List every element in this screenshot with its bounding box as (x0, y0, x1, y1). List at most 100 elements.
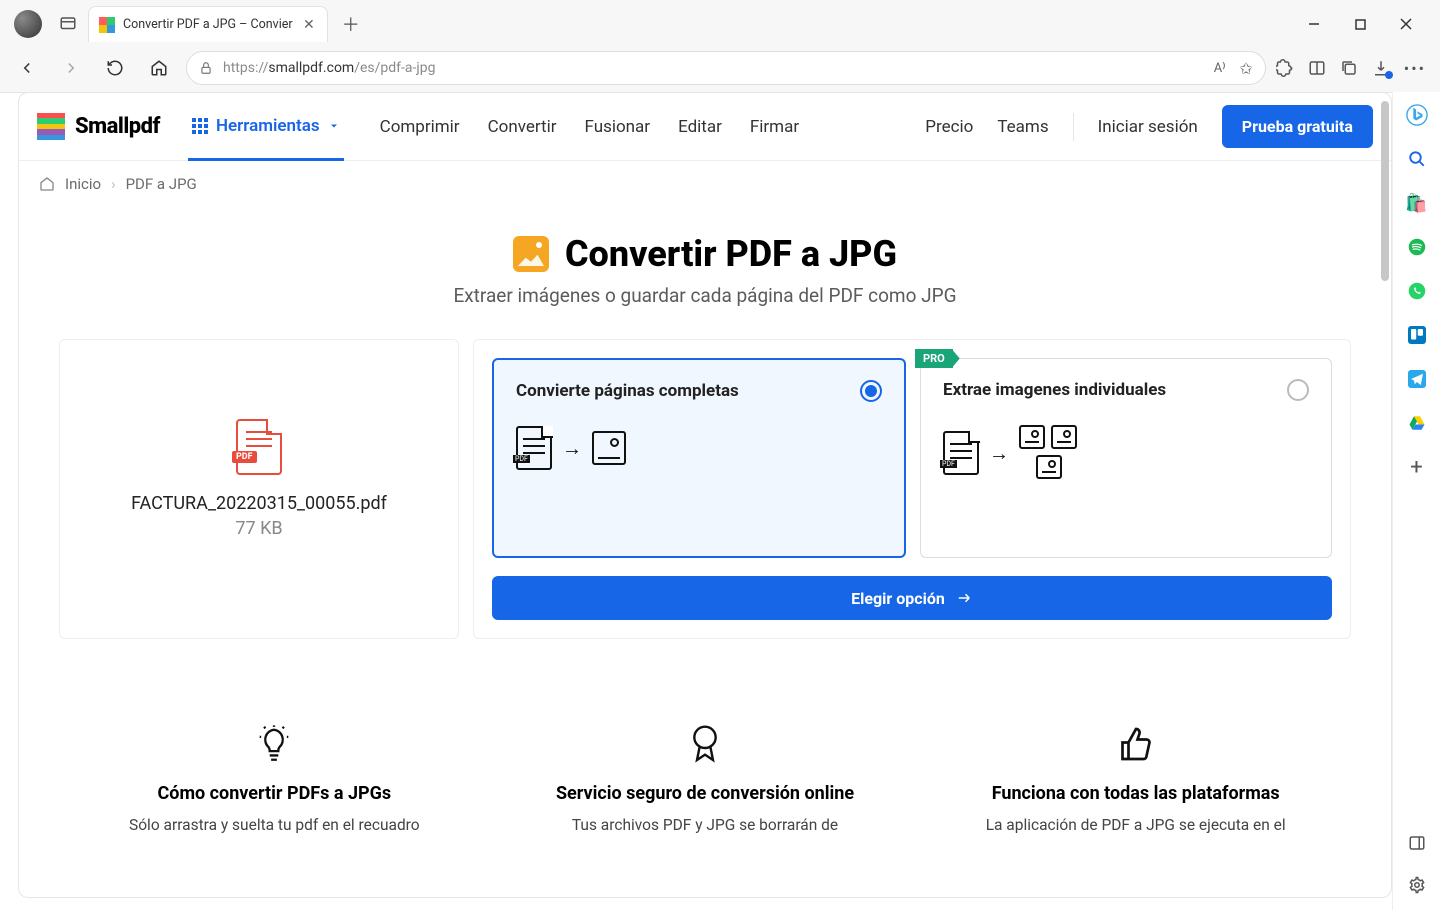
divider (1073, 113, 1074, 141)
arrow-right-icon: → (562, 436, 582, 461)
search-sidebar-icon[interactable] (1406, 148, 1428, 170)
settings-sidebar-icon[interactable] (1406, 874, 1428, 896)
telegram-icon[interactable] (1406, 368, 1428, 390)
nav-compress[interactable]: Comprimir (380, 117, 460, 137)
edge-sidebar: 🛍️ + (1392, 92, 1440, 910)
maximize-button[interactable] (1342, 9, 1378, 39)
radio-extract-images[interactable] (1287, 379, 1309, 401)
option-extract-images[interactable]: PRO Extrae imagenes individuales PDF → (920, 358, 1332, 558)
option-convert-pages[interactable]: Convierte páginas completas PDF → (492, 358, 906, 558)
nav-merge[interactable]: Fusionar (584, 117, 650, 137)
logo-icon (37, 113, 65, 141)
nav-teams[interactable]: Teams (997, 117, 1048, 137)
file-name: FACTURA_20220315_00055.pdf (131, 493, 387, 514)
page-subtitle: Extraer imágenes o guardar cada página d… (39, 284, 1371, 307)
page-title: Convertir PDF a JPG (565, 233, 897, 275)
new-tab-button[interactable]: ＋ (334, 7, 368, 41)
tab-favicon-icon (99, 17, 115, 33)
shopping-icon[interactable]: 🛍️ (1406, 192, 1428, 214)
home-icon (39, 176, 55, 192)
chevron-down-icon (328, 120, 340, 132)
extensions-icon[interactable] (1276, 59, 1294, 77)
collections-icon[interactable] (1340, 59, 1358, 77)
illustration-convert: PDF → (516, 426, 882, 470)
breadcrumb-current: PDF a JPG (126, 175, 197, 193)
spotify-icon[interactable] (1406, 236, 1428, 258)
pro-badge: PRO (915, 349, 953, 368)
more-icon[interactable]: ••• (1404, 59, 1426, 78)
option-title-extract: Extrae imagenes individuales (943, 380, 1166, 400)
pdf-badge: PDF (232, 451, 257, 463)
grid-icon (192, 118, 208, 134)
thumbs-up-icon (940, 719, 1331, 769)
page-viewport: Smallpdf Herramientas Comprimir Converti… (18, 92, 1392, 898)
illustration-extract: PDF → (943, 425, 1309, 481)
address-bar: https://smallpdf.com/es/pdf-a-jpg A⁾ ✩ •… (0, 44, 1440, 92)
nav-links: Comprimir Convertir Fusionar Editar Firm… (380, 117, 799, 137)
favorite-icon[interactable]: ✩ (1239, 59, 1252, 78)
pdf-file-icon: PDF (236, 419, 282, 475)
radio-convert-pages[interactable] (860, 380, 882, 402)
breadcrumb-home[interactable]: Inicio (65, 175, 101, 193)
choose-label: Elegir opción (851, 589, 945, 608)
read-aloud-icon[interactable]: A⁾ (1214, 61, 1226, 76)
feature-secure: Servicio seguro de conversión online Tus… (510, 719, 901, 837)
file-size: 77 KB (235, 518, 282, 539)
nav-edit[interactable]: Editar (678, 117, 722, 137)
trello-icon[interactable] (1406, 324, 1428, 346)
back-button[interactable] (10, 51, 44, 85)
file-card: PDF FACTURA_20220315_00055.pdf 77 KB (59, 339, 459, 639)
brand-name: Smallpdf (75, 114, 160, 139)
feature-title-a: Cómo convertir PDFs a JPGs (79, 783, 470, 804)
scrollbar[interactable] (1379, 101, 1389, 889)
trial-button[interactable]: Prueba gratuita (1222, 105, 1373, 148)
lock-icon (199, 61, 213, 75)
home-button[interactable] (142, 51, 176, 85)
workspaces-icon[interactable] (54, 10, 82, 38)
profile-avatar[interactable] (14, 10, 42, 38)
add-sidebar-icon[interactable]: + (1406, 456, 1428, 478)
tab-strip: Convertir PDF a JPG – Convier ✕ ＋ (0, 0, 1440, 44)
url-text: https://smallpdf.com/es/pdf-a-jpg (223, 60, 435, 76)
nav-sign[interactable]: Firmar (750, 117, 799, 137)
browser-tab[interactable]: Convertir PDF a JPG – Convier ✕ (88, 6, 328, 42)
drive-icon[interactable] (1406, 412, 1428, 434)
refresh-button[interactable] (98, 51, 132, 85)
split-screen-icon[interactable] (1308, 59, 1326, 77)
hero-icon (513, 236, 549, 272)
url-input[interactable]: https://smallpdf.com/es/pdf-a-jpg A⁾ ✩ (186, 51, 1266, 85)
feature-body-a: Sólo arrastra y suelta tu pdf en el recu… (79, 814, 470, 837)
site-header: Smallpdf Herramientas Comprimir Converti… (19, 93, 1391, 161)
arrow-right-icon: → (989, 441, 1009, 466)
nav-signin[interactable]: Iniciar sesión (1098, 117, 1198, 137)
whatsapp-icon[interactable] (1406, 280, 1428, 302)
lightbulb-icon (79, 719, 470, 769)
feature-title-c: Funciona con todas las plataformas (940, 783, 1331, 804)
browser-chrome: Convertir PDF a JPG – Convier ✕ ＋ https:… (0, 0, 1440, 93)
tools-dropdown[interactable]: Herramientas (188, 94, 344, 161)
downloads-icon[interactable] (1372, 59, 1390, 77)
features-row: Cómo convertir PDFs a JPGs Sólo arrastra… (19, 659, 1391, 837)
bing-icon[interactable] (1406, 104, 1428, 126)
hero: Convertir PDF a JPG Extraer imágenes o g… (19, 207, 1391, 319)
choose-option-button[interactable]: Elegir opción (492, 576, 1332, 620)
hide-sidebar-icon[interactable] (1406, 832, 1428, 854)
main-row: PDF FACTURA_20220315_00055.pdf 77 KB Con… (19, 319, 1391, 659)
feature-body-b: Tus archivos PDF y JPG se borrarán de (510, 814, 901, 837)
tools-label: Herramientas (216, 116, 320, 136)
forward-button (54, 51, 88, 85)
nav-price[interactable]: Precio (925, 117, 973, 137)
brand-logo[interactable]: Smallpdf (37, 113, 160, 141)
feature-body-c: La aplicación de PDF a JPG se ejecuta en… (940, 814, 1331, 837)
nav-convert[interactable]: Convertir (488, 117, 557, 137)
close-window-button[interactable] (1388, 9, 1424, 39)
tab-title: Convertir PDF a JPG – Convier (123, 17, 293, 32)
feature-howto: Cómo convertir PDFs a JPGs Sólo arrastra… (79, 719, 470, 837)
option-title-convert: Convierte páginas completas (516, 381, 739, 401)
nav-right: Precio Teams Iniciar sesión Prueba gratu… (925, 105, 1373, 148)
arrow-right-icon (955, 589, 973, 607)
minimize-button[interactable] (1296, 9, 1332, 39)
options-panel: Convierte páginas completas PDF → PRO Ex… (473, 339, 1351, 639)
tab-close-icon[interactable]: ✕ (301, 15, 317, 35)
breadcrumb-sep: › (111, 175, 116, 193)
